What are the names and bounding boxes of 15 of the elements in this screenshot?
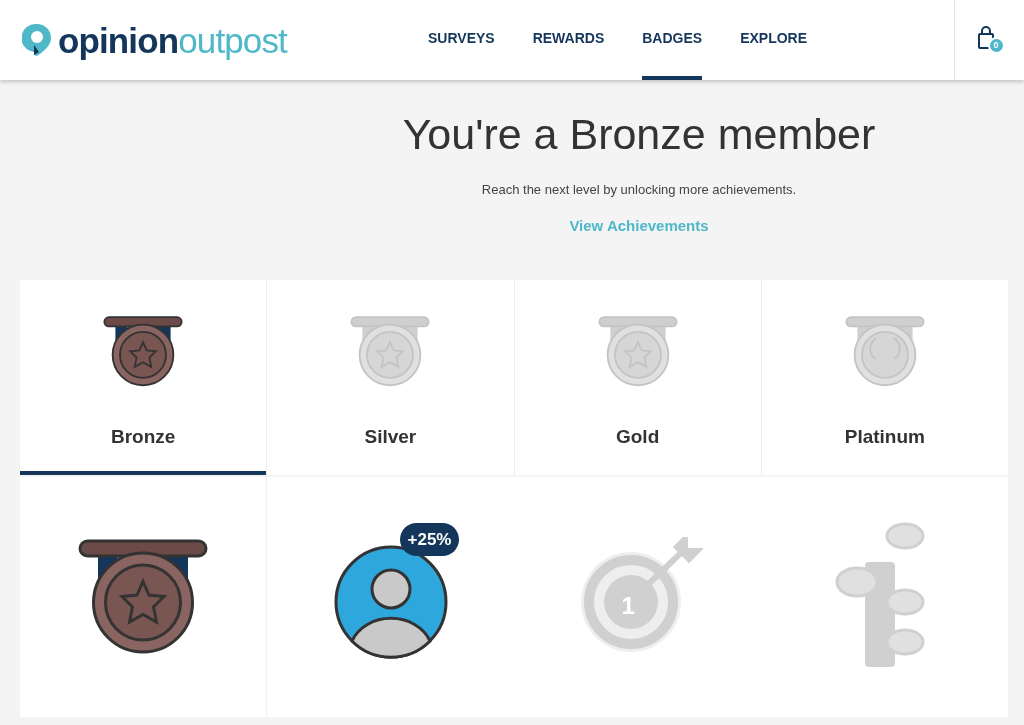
shopping-bag-icon bbox=[976, 26, 995, 50]
nav-tab[interactable]: EXPLORE bbox=[740, 0, 808, 80]
tier-tab[interactable]: Gold bbox=[514, 279, 761, 475]
tier-tab[interactable]: Silver bbox=[267, 279, 514, 475]
nav-tab[interactable]: REWARDS bbox=[532, 0, 605, 80]
page-heading: You're a Bronze member bbox=[402, 109, 876, 160]
cart-count-badge: 0 bbox=[987, 37, 1005, 54]
nav-tab[interactable]: SURVEYS bbox=[428, 0, 495, 80]
tier-tab[interactable]: Bronze bbox=[20, 279, 267, 475]
nav-tab[interactable]: BADGES bbox=[642, 0, 703, 80]
logo-wordmark[interactable]: opinionoutpost bbox=[58, 22, 287, 58]
subtitle-text: Reach the next level by unlocking more achievements. bbox=[481, 180, 797, 199]
tier-tab[interactable]: Platinum bbox=[761, 279, 1008, 475]
bonus-badge: +25% bbox=[399, 522, 460, 557]
logo-pin-icon bbox=[22, 23, 52, 57]
